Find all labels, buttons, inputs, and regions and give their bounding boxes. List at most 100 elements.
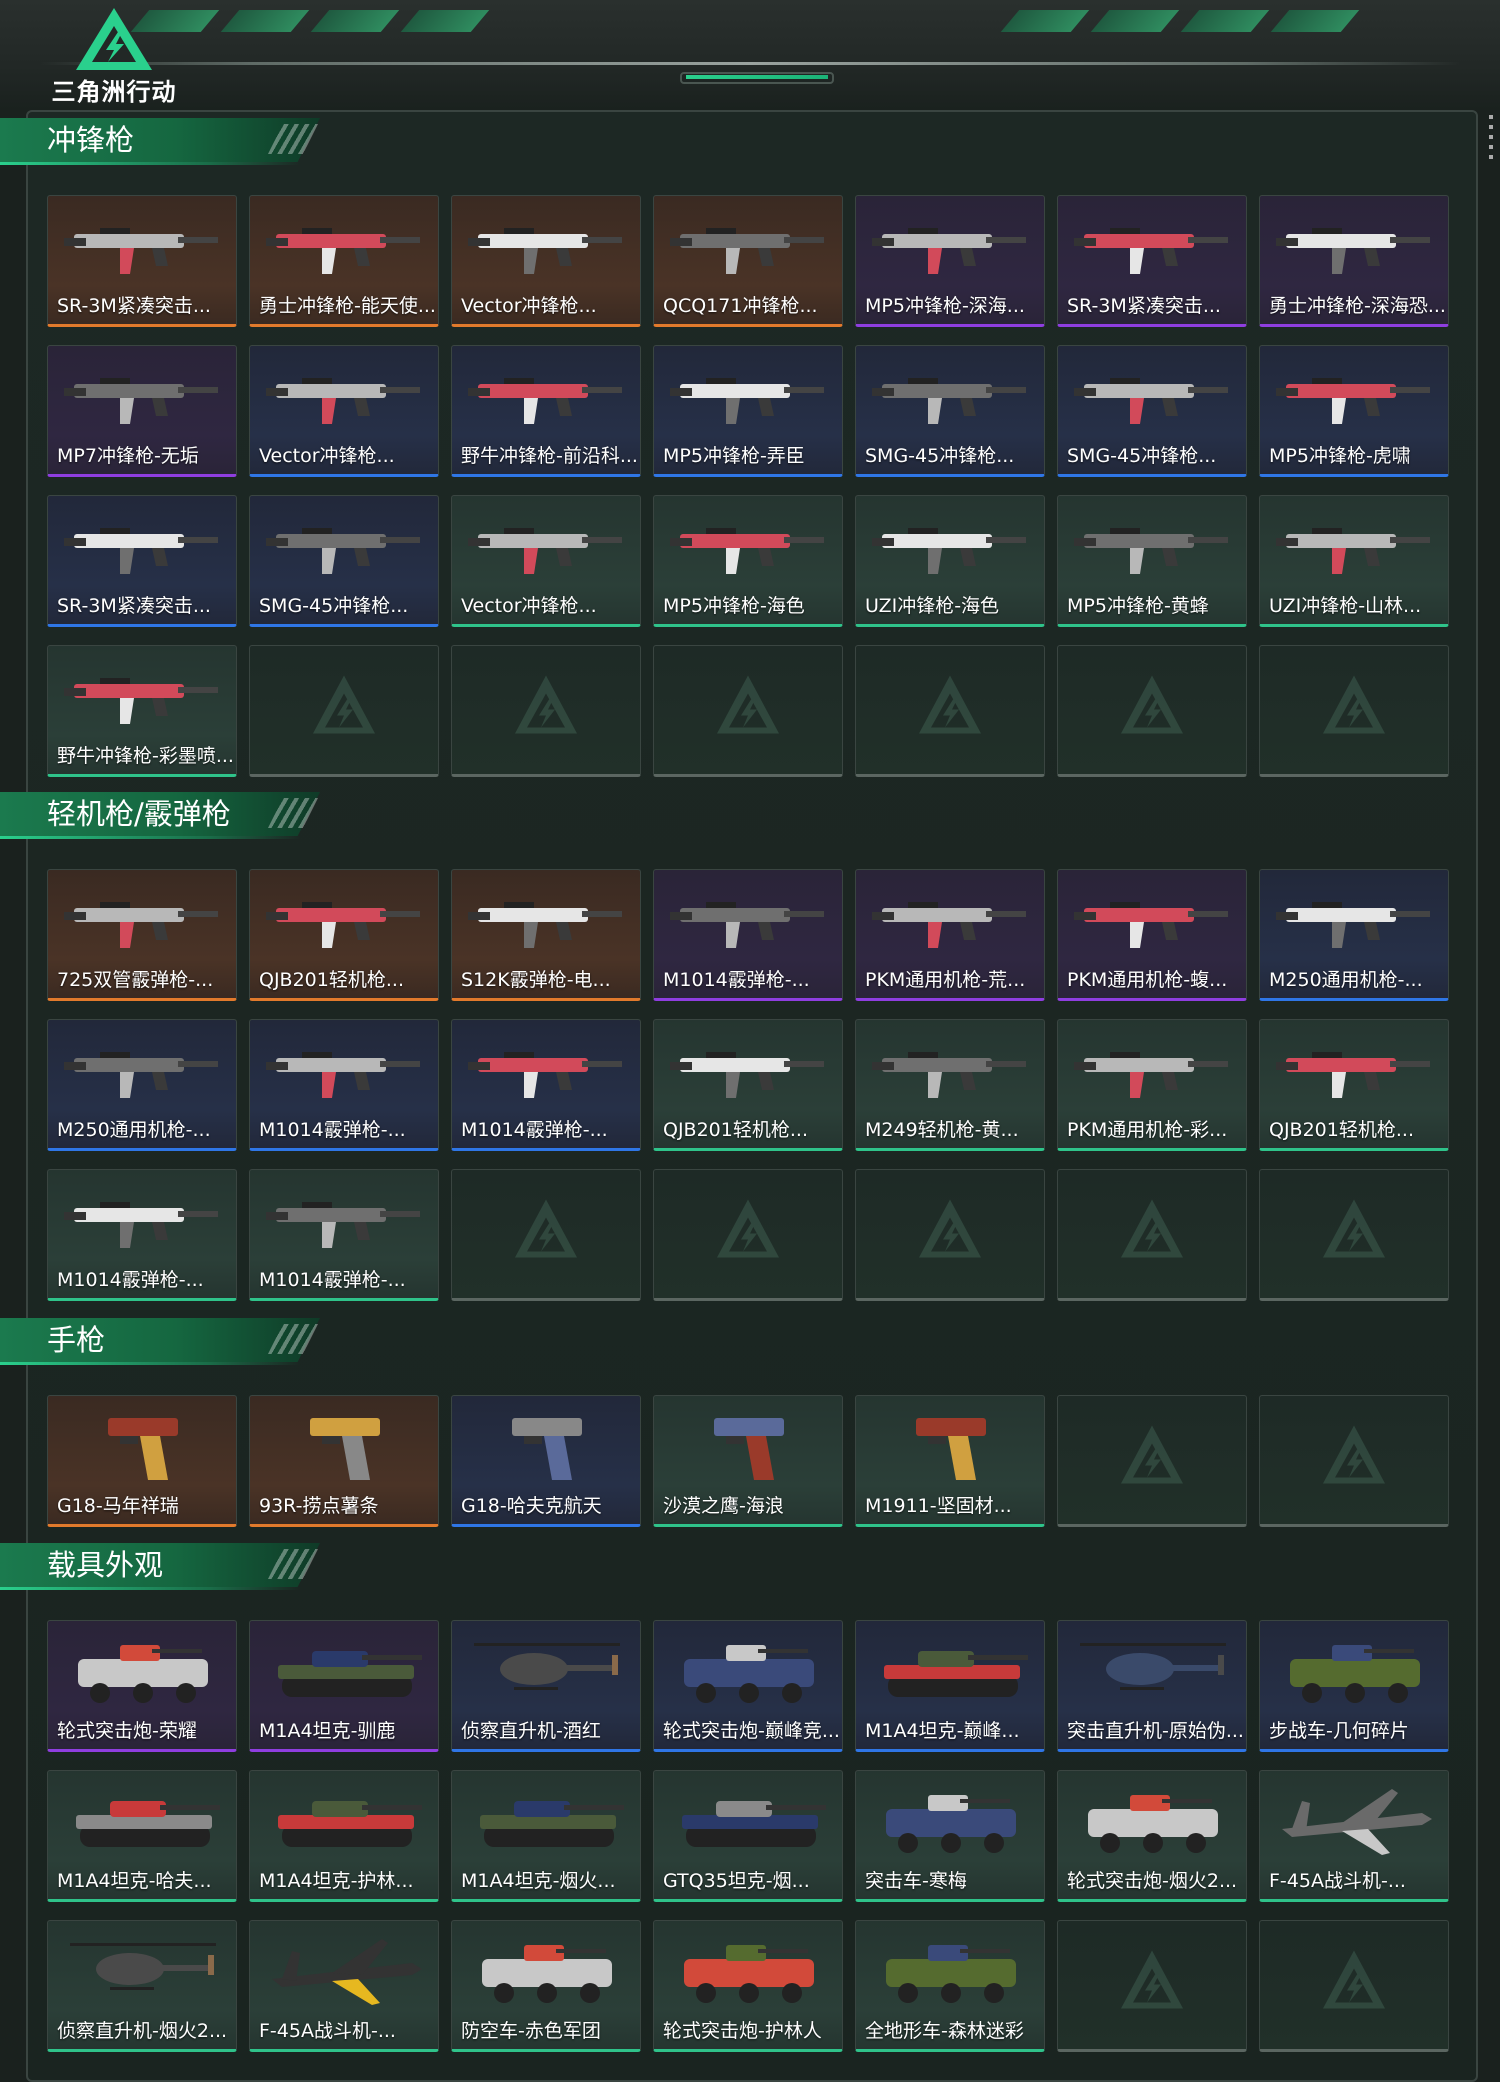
item-card[interactable]: 侦察直升机-烟火2... [47, 1920, 237, 2052]
item-card[interactable]: M1014霰弹枪-... [653, 869, 843, 1001]
item-card[interactable]: M1A4坦克-哈夫... [47, 1770, 237, 1902]
item-card[interactable]: UZI冲锋枪-山林... [1259, 495, 1449, 627]
weapon-image [64, 1052, 218, 1098]
item-card[interactable]: G18-马年祥瑞 [47, 1395, 237, 1527]
empty-slot [1057, 1169, 1247, 1301]
item-card[interactable]: 轮式突击炮-烟火2... [1057, 1770, 1247, 1902]
item-card[interactable]: M1014霰弹枪-... [249, 1019, 439, 1151]
item-card[interactable]: UZI冲锋枪-海色 [855, 495, 1045, 627]
item-card[interactable]: F-45A战斗机-... [1259, 1770, 1449, 1902]
item-card[interactable]: GTQ35坦克-烟... [653, 1770, 843, 1902]
vehicle-image [1088, 1795, 1218, 1853]
weapon-image [1276, 528, 1430, 574]
item-card[interactable]: M1014霰弹枪-... [451, 1019, 641, 1151]
item-card[interactable]: SR-3M紧凑突击... [1057, 195, 1247, 327]
weapon-image [1276, 902, 1430, 948]
pistol-image [714, 1418, 784, 1480]
item-card[interactable]: SMG-45冲锋枪... [1057, 345, 1247, 477]
item-card[interactable]: G18-哈夫克航天 [451, 1395, 641, 1527]
item-card[interactable]: QJB201轻机枪... [653, 1019, 843, 1151]
item-name: 勇士冲锋枪-能天使... [259, 295, 436, 317]
item-card[interactable]: M1014霰弹枪-... [249, 1169, 439, 1301]
empty-slot [855, 645, 1045, 777]
item-card[interactable]: M1A4坦克-护林... [249, 1770, 439, 1902]
item-card[interactable]: 轮式突击炮-荣耀 [47, 1620, 237, 1752]
item-card[interactable]: 突击直升机-原始伪... [1057, 1620, 1247, 1752]
item-name: 轮式突击炮-护林人 [663, 2020, 822, 2042]
tank-image [278, 1801, 422, 1847]
item-card[interactable]: M1A4坦克-驯鹿 [249, 1620, 439, 1752]
weapon-image [266, 378, 420, 424]
weapon-image [266, 902, 420, 948]
item-card[interactable]: 勇士冲锋枪-能天使... [249, 195, 439, 327]
item-card[interactable]: 野牛冲锋枪-前沿科... [451, 345, 641, 477]
item-card[interactable]: 725双管霰弹枪-... [47, 869, 237, 1001]
item-card[interactable]: SMG-45冲锋枪... [249, 495, 439, 627]
item-card[interactable]: SR-3M紧凑突击... [47, 195, 237, 327]
item-card[interactable]: 全地形车-森林迷彩 [855, 1920, 1045, 2052]
item-card[interactable]: MP5冲锋枪-海色 [653, 495, 843, 627]
item-name: G18-马年祥瑞 [57, 1495, 179, 1517]
item-card[interactable]: M249轻机枪-黄... [855, 1019, 1045, 1151]
item-card[interactable]: 沙漠之鹰-海浪 [653, 1395, 843, 1527]
item-card[interactable]: MP7冲锋枪-无垢 [47, 345, 237, 477]
item-card[interactable]: F-45A战斗机-... [249, 1920, 439, 2052]
item-card[interactable]: QJB201轻机枪... [1259, 1019, 1449, 1151]
item-card[interactable]: M1014霰弹枪-... [47, 1169, 237, 1301]
item-card[interactable]: MP5冲锋枪-虎啸 [1259, 345, 1449, 477]
item-card[interactable]: Vector冲锋枪... [249, 345, 439, 477]
weapon-image [266, 528, 420, 574]
item-name: G18-哈夫克航天 [461, 1495, 602, 1517]
item-card[interactable]: S12K霰弹枪-电... [451, 869, 641, 1001]
item-card[interactable]: QJB201轻机枪... [249, 869, 439, 1001]
item-card[interactable]: SMG-45冲锋枪... [855, 345, 1045, 477]
item-card[interactable]: Vector冲锋枪... [451, 495, 641, 627]
header-divider [40, 62, 1460, 65]
empty-slot [249, 645, 439, 777]
item-card[interactable]: 轮式突击炮-巅峰竞... [653, 1620, 843, 1752]
item-card[interactable]: M1A4坦克-烟火... [451, 1770, 641, 1902]
item-card[interactable]: MP5冲锋枪-黄蜂 [1057, 495, 1247, 627]
item-card[interactable]: PKM通用机枪-荒... [855, 869, 1045, 1001]
vehicle-image [78, 1645, 208, 1703]
item-name: MP5冲锋枪-黄蜂 [1067, 595, 1209, 617]
item-card[interactable]: 勇士冲锋枪-深海恐... [1259, 195, 1449, 327]
item-card[interactable]: M250通用机枪-... [1259, 869, 1449, 1001]
item-card[interactable]: 轮式突击炮-护林人 [653, 1920, 843, 2052]
item-card[interactable]: MP5冲锋枪-弄臣 [653, 345, 843, 477]
item-card[interactable]: M250通用机枪-... [47, 1019, 237, 1151]
item-name: SR-3M紧凑突击... [57, 595, 211, 617]
item-name: 轮式突击炮-烟火2... [1067, 1870, 1238, 1892]
item-card[interactable]: 野牛冲锋枪-彩墨喷... [47, 645, 237, 777]
empty-slot [1057, 1920, 1247, 2052]
item-card[interactable]: M1A4坦克-巅峰... [855, 1620, 1045, 1752]
top-header: 三角洲行动 [0, 0, 1500, 110]
item-name: Vector冲锋枪... [259, 445, 395, 467]
header-progress-fill [686, 75, 828, 79]
header-progress-bar [680, 72, 834, 84]
item-card[interactable]: 步战车-几何碎片 [1259, 1620, 1449, 1752]
empty-slot [1259, 1169, 1449, 1301]
scroll-indicator[interactable] [1488, 115, 1494, 175]
item-card[interactable]: PKM通用机枪-蝮... [1057, 869, 1247, 1001]
placeholder-emblem-icon [1323, 675, 1385, 734]
item-card[interactable]: Vector冲锋枪... [451, 195, 641, 327]
item-card[interactable]: QCQ171冲锋枪... [653, 195, 843, 327]
item-card[interactable]: PKM通用机枪-彩... [1057, 1019, 1247, 1151]
weapon-image [872, 1052, 1026, 1098]
item-card[interactable]: M1911-坚固材... [855, 1395, 1045, 1527]
header-stripe [220, 10, 310, 32]
item-card[interactable]: 93R-捞点薯条 [249, 1395, 439, 1527]
item-card[interactable]: MP5冲锋枪-深海... [855, 195, 1045, 327]
item-card[interactable]: 突击车-寒梅 [855, 1770, 1045, 1902]
weapon-image [1276, 228, 1430, 274]
item-card[interactable]: 侦察直升机-酒红 [451, 1620, 641, 1752]
item-name: SMG-45冲锋枪... [1067, 445, 1217, 467]
header-stripe [1000, 10, 1090, 32]
helicopter-image [1080, 1643, 1226, 1690]
item-card[interactable]: SR-3M紧凑突击... [47, 495, 237, 627]
item-name: MP5冲锋枪-弄臣 [663, 445, 805, 467]
item-name: 全地形车-森林迷彩 [865, 2020, 1024, 2042]
empty-slot [653, 645, 843, 777]
item-card[interactable]: 防空车-赤色军团 [451, 1920, 641, 2052]
